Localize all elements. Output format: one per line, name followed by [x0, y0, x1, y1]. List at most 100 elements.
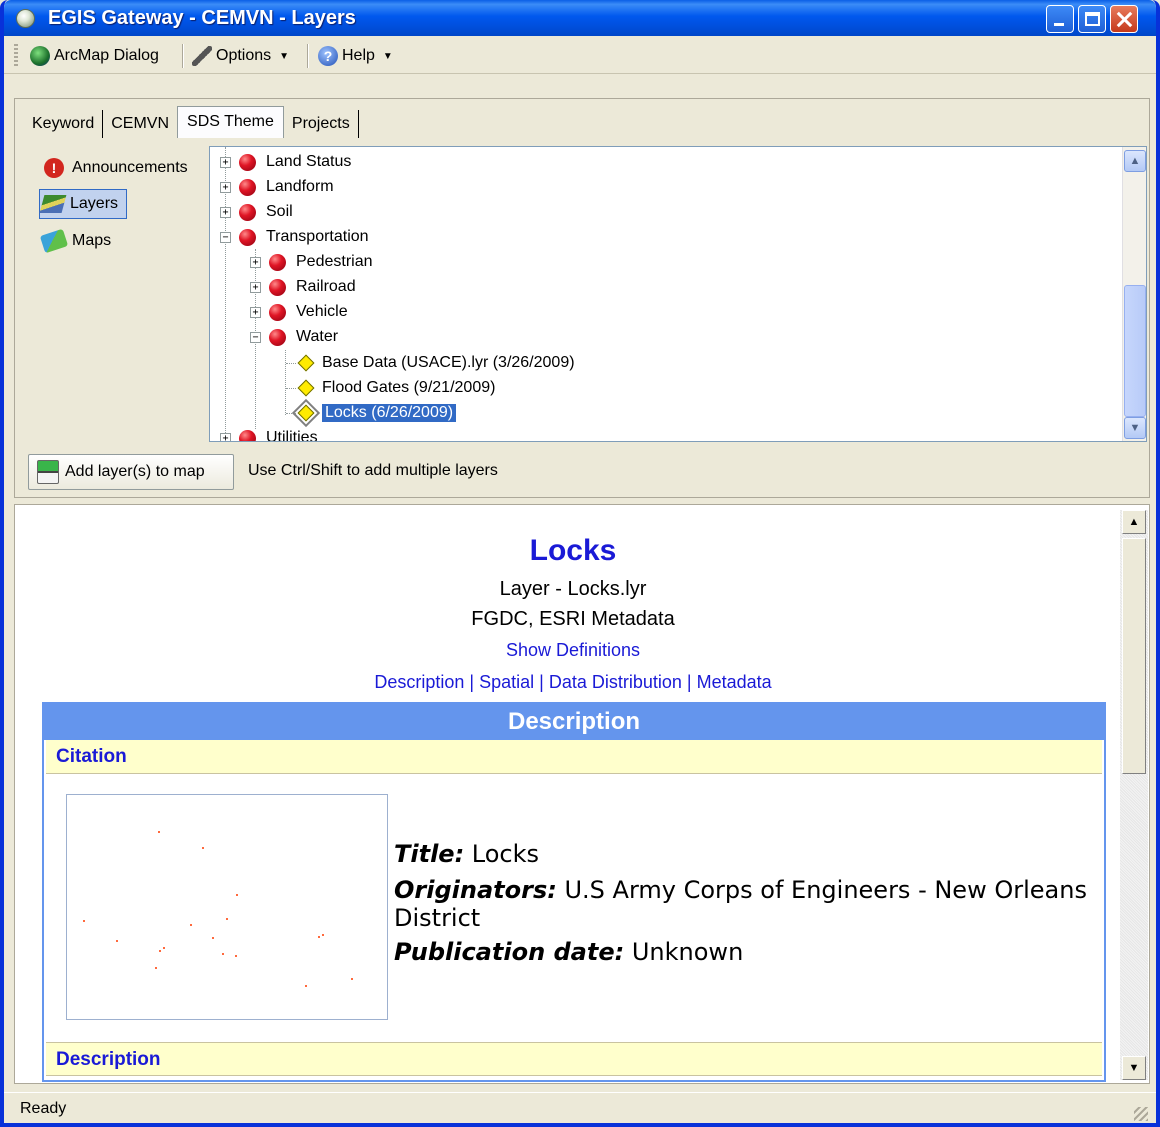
sidebar-item-announcements[interactable]: ! Announcements: [44, 153, 188, 183]
options-menu[interactable]: Options ▼: [192, 45, 289, 67]
folder-ball-icon: [269, 278, 286, 296]
add-layers-button[interactable]: Add layer(s) to map: [28, 454, 234, 490]
folder-ball-icon: [239, 228, 256, 246]
layer-diamond-icon: [297, 354, 315, 372]
tab-projects[interactable]: Projects: [284, 110, 359, 138]
nav-spatial-link[interactable]: Spatial: [479, 672, 534, 692]
scroll-up-button[interactable]: ▲: [1122, 510, 1146, 534]
nav-data-distribution-link[interactable]: Data Distribution: [549, 672, 682, 692]
nav-metadata-link[interactable]: Metadata: [697, 672, 772, 692]
layer-tree[interactable]: + Land Status + Landform + Soil − Transporta…: [209, 146, 1147, 442]
maps-icon: [39, 228, 69, 254]
scroll-thumb[interactable]: [1124, 285, 1146, 417]
help-icon: ?: [318, 46, 338, 66]
section-nav: Description | Spatial | Data Distributio…: [374, 672, 772, 692]
expand-icon[interactable]: +: [220, 206, 231, 218]
citation-label: Citation: [46, 740, 1102, 774]
tab-sds-theme[interactable]: SDS Theme: [177, 106, 284, 138]
scroll-down-button[interactable]: ▼: [1122, 1056, 1146, 1080]
description-section: Description Citation Title: Locks Origin…: [42, 702, 1106, 1082]
layer-subtitle: Layer - Locks.lyr: [499, 578, 647, 600]
layer-thumbnail: [66, 794, 388, 1020]
sidebar-item-layers[interactable]: Layers: [39, 189, 128, 219]
expand-icon[interactable]: +: [220, 156, 231, 168]
expand-icon[interactable]: +: [220, 432, 231, 441]
scroll-thumb[interactable]: [1122, 538, 1146, 774]
folder-ball-icon: [269, 253, 286, 271]
minimize-icon: [1054, 23, 1064, 26]
sidebar-item-label: Announcements: [72, 159, 188, 176]
close-button[interactable]: [1110, 5, 1138, 33]
folder-ball-icon: [239, 429, 256, 441]
layer-diamond-icon: [291, 398, 321, 428]
sidebar-item-label: Maps: [72, 232, 112, 249]
chevron-down-icon: ▼: [382, 50, 393, 62]
tree-row[interactable]: + Landform: [220, 175, 334, 199]
expand-icon[interactable]: +: [250, 281, 261, 293]
metadata-scrollbar[interactable]: ▲ ▼: [1120, 510, 1148, 1080]
publication-date-row: Publication date: Unknown: [394, 938, 744, 966]
collapse-icon[interactable]: −: [250, 331, 261, 343]
tree-row[interactable]: + Railroad: [250, 275, 356, 299]
tree-row-selected[interactable]: Locks (6/26/2009): [291, 398, 457, 428]
tree-row[interactable]: + Pedestrian: [250, 250, 373, 274]
multi-select-hint: Use Ctrl/Shift to add multiple layers: [248, 462, 498, 479]
folder-ball-icon: [269, 303, 286, 321]
arcmap-dialog-button[interactable]: ArcMap Dialog: [30, 45, 159, 67]
nav-description-link[interactable]: Description: [374, 672, 464, 692]
help-label: Help: [342, 47, 375, 64]
arcmap-dialog-label: ArcMap Dialog: [54, 47, 159, 64]
expand-icon[interactable]: +: [250, 306, 261, 318]
show-definitions-link-wrap: Show Definitions: [24, 640, 1122, 661]
tree-row[interactable]: Base Data (USACE).lyr (3/26/2009): [296, 351, 575, 375]
globe-icon: [30, 46, 50, 66]
description-label: Description: [46, 1042, 1102, 1076]
help-menu[interactable]: ? Help ▼: [318, 45, 393, 67]
window-title: EGIS Gateway - CEMVN - Layers: [48, 7, 356, 29]
layers-icon: [39, 195, 67, 213]
tree-row[interactable]: + Vehicle: [250, 300, 348, 324]
maximize-icon: [1085, 12, 1100, 26]
toolbar-grip[interactable]: [14, 44, 18, 68]
metadata-formats: FGDC, ESRI Metadata: [471, 608, 675, 630]
folder-ball-icon: [269, 328, 286, 346]
status-text: Ready: [20, 1100, 67, 1117]
app-window: EGIS Gateway - CEMVN - Layers ArcMap Dia…: [0, 0, 1160, 1127]
layer-diamond-icon: [297, 379, 315, 397]
folder-ball-icon: [239, 153, 256, 171]
expand-icon[interactable]: +: [220, 181, 231, 193]
sidebar-item-maps[interactable]: Maps: [39, 226, 112, 256]
minimize-button[interactable]: [1046, 5, 1074, 33]
scroll-up-button[interactable]: ▲: [1124, 150, 1146, 172]
add-layers-label: Add layer(s) to map: [65, 463, 205, 480]
menu-bar: ArcMap Dialog Options ▼ ? Help ▼: [4, 36, 1156, 74]
expand-icon[interactable]: +: [250, 256, 261, 268]
tree-row[interactable]: + Soil: [220, 200, 293, 224]
show-definitions-link[interactable]: Show Definitions: [506, 640, 640, 660]
tree-row[interactable]: Flood Gates (9/21/2009): [296, 376, 495, 400]
layer-heading: Locks: [529, 534, 617, 567]
originators-row: Originators: U.S Army Corps of Engineers…: [394, 876, 1087, 932]
status-bar: Ready: [4, 1092, 1156, 1123]
add-layer-icon: [37, 460, 59, 484]
tree-row[interactable]: + Land Status: [220, 150, 351, 174]
tree-row[interactable]: − Water: [250, 325, 338, 349]
title-row: Title: Locks: [394, 840, 540, 868]
options-label: Options: [216, 47, 272, 64]
tab-keyword[interactable]: Keyword: [24, 110, 104, 138]
resize-grip-icon[interactable]: [1134, 1107, 1148, 1121]
tree-row[interactable]: − Transportation: [220, 225, 369, 249]
section-title: Description: [44, 704, 1104, 740]
chevron-down-icon: ▼: [279, 50, 290, 62]
wrench-icon: [192, 46, 212, 66]
tab-strip: Keyword CEMVN SDS Theme Projects: [24, 106, 359, 138]
maximize-button[interactable]: [1078, 5, 1106, 33]
scroll-down-button[interactable]: ▼: [1124, 417, 1146, 439]
tree-scrollbar[interactable]: ▲ ▼: [1122, 147, 1146, 441]
app-icon: [16, 9, 35, 28]
tree-row[interactable]: + Utilities: [220, 426, 318, 441]
folder-ball-icon: [239, 203, 256, 221]
collapse-icon[interactable]: −: [220, 231, 231, 243]
tab-cemvn[interactable]: CEMVN: [103, 110, 177, 138]
title-bar[interactable]: EGIS Gateway - CEMVN - Layers: [4, 0, 1156, 36]
